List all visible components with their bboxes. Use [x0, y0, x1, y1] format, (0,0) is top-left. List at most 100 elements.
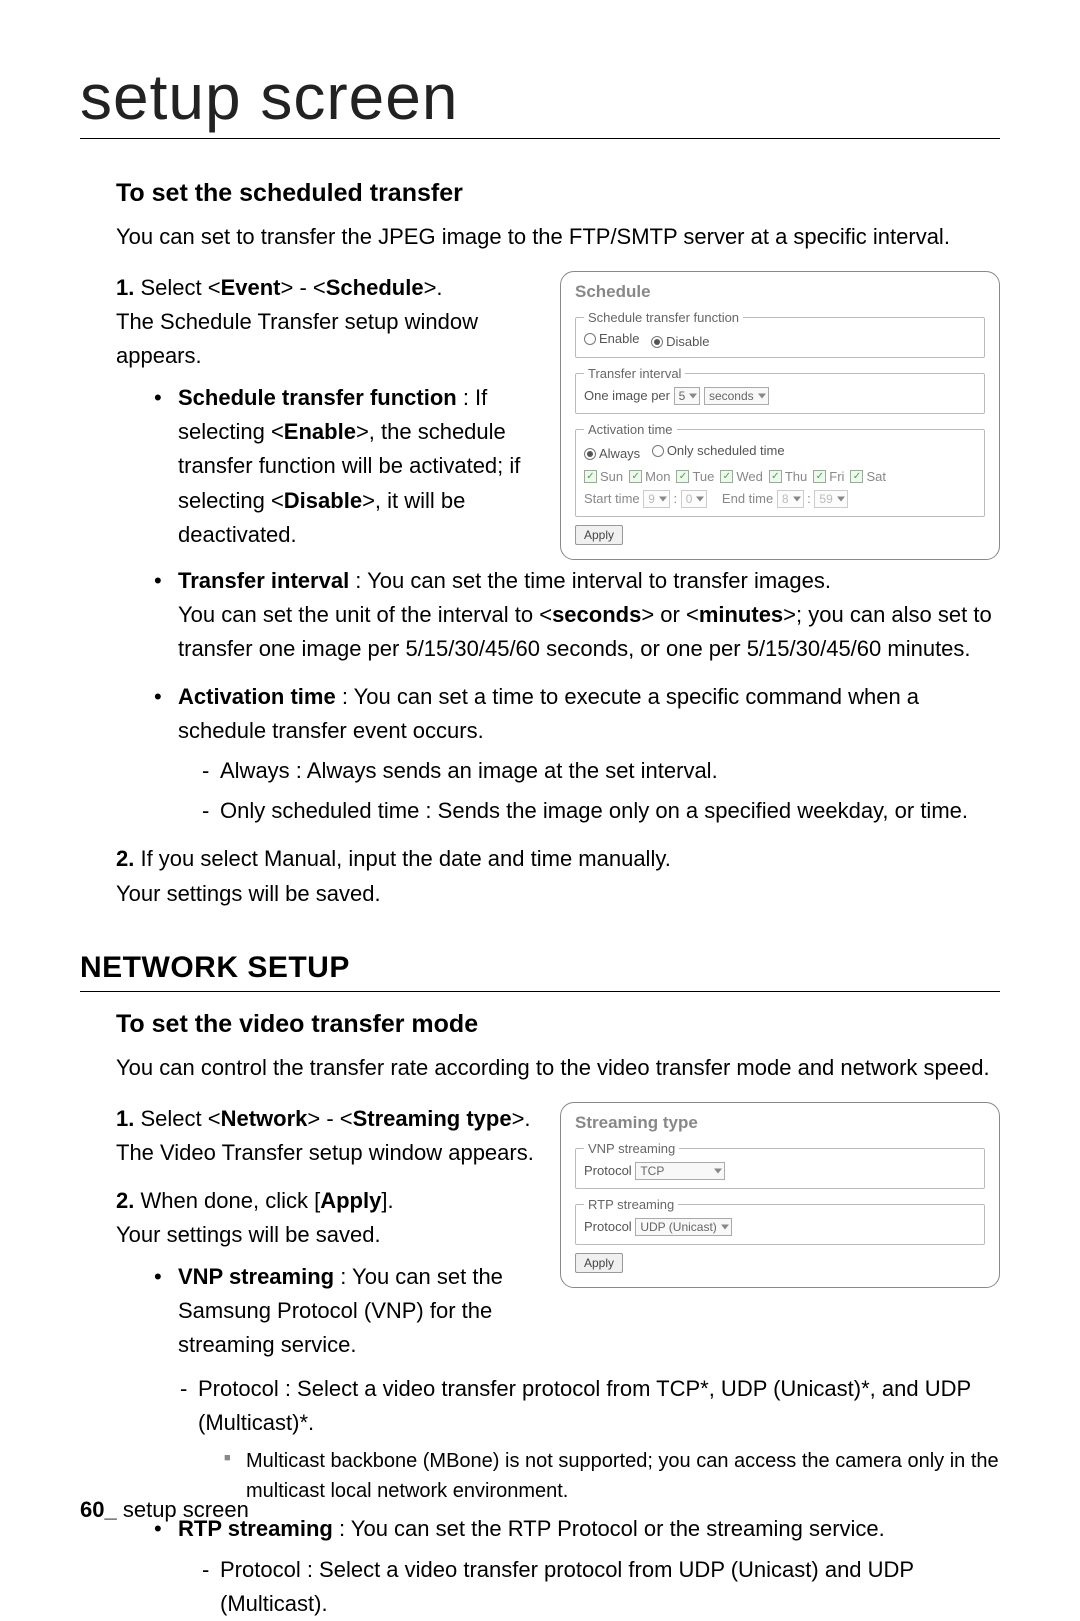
page-number: 60_ [80, 1497, 117, 1522]
bullet-schedule-transfer-function: Schedule transfer function : If selectin… [154, 381, 536, 551]
bullet-title: VNP streaming [178, 1264, 334, 1289]
screenshot-streaming-panel: Streaming type VNP streaming Protocol TC… [560, 1102, 1000, 1288]
end-hour-select[interactable]: 8 [777, 490, 804, 508]
bullet-text: : You can set the RTP Protocol or the st… [333, 1516, 885, 1541]
checkbox-day-wed[interactable]: ✓Wed [720, 469, 763, 484]
radio-only-scheduled[interactable]: Only scheduled time [652, 443, 785, 458]
divider [80, 991, 1000, 992]
step-text: Your settings will be saved. [116, 1222, 381, 1247]
checkbox-label: Fri [829, 469, 844, 484]
checkbox-label: Sat [866, 469, 886, 484]
page-title: setup screen [80, 60, 1000, 139]
keyword: Enable [284, 419, 356, 444]
fieldset-schedule-transfer-function: Schedule transfer function Enable Disabl… [575, 310, 985, 358]
radio-disable[interactable]: Disable [651, 334, 709, 349]
keyword: seconds [552, 602, 641, 627]
checkbox-day-thu[interactable]: ✓Thu [769, 469, 807, 484]
dash-rtp-protocol: Protocol : Select a video transfer proto… [202, 1553, 1000, 1621]
bullet-title: Transfer interval [178, 568, 349, 593]
intro-text: You can control the transfer rate accord… [116, 1051, 1000, 1084]
step-text: > - < [307, 1106, 352, 1131]
step-text: >. [512, 1106, 531, 1131]
radio-enable[interactable]: Enable [584, 331, 639, 346]
dash-vnp-protocol: Protocol : Select a video transfer proto… [180, 1372, 1000, 1506]
intro-text: You can set to transfer the JPEG image t… [116, 220, 1000, 253]
section-heading-network-setup: NETWORK SETUP [80, 951, 1000, 985]
end-min-select[interactable]: 59 [814, 490, 847, 508]
bullet-transfer-interval: Transfer interval : You can set the time… [154, 564, 1000, 666]
radio-label: Always [599, 446, 640, 461]
label: Protocol [584, 1163, 632, 1178]
legend: Transfer interval [584, 366, 685, 381]
dash-only-scheduled: Only scheduled time : Sends the image on… [202, 794, 1000, 828]
checkbox-label: Wed [736, 469, 763, 484]
fieldset-transfer-interval: Transfer interval One image per 5 second… [575, 366, 985, 414]
label: Start time [584, 491, 640, 506]
step-2: 2. If you select Manual, input the date … [116, 842, 1000, 910]
time-row: Start time 9 : 0 End time 8 : 59 [584, 490, 976, 508]
step-2: 2. When done, click [Apply]. Your settin… [116, 1184, 536, 1362]
fieldset-rtp-streaming: RTP streaming Protocol UDP (Unicast) [575, 1197, 985, 1245]
bullet-text: You can set the unit of the interval to … [178, 602, 552, 627]
checkbox-icon: ✓ [813, 470, 826, 483]
days-row: ✓Sun✓Mon✓Tue✓Wed✓Thu✓Fri✓Sat [584, 467, 976, 484]
radio-icon [652, 445, 664, 457]
fieldset-vnp-streaming: VNP streaming Protocol TCP [575, 1141, 985, 1189]
legend: Activation time [584, 422, 677, 437]
checkbox-icon: ✓ [769, 470, 782, 483]
dash-always: Always : Always sends an image at the se… [202, 754, 1000, 788]
keyword: Apply [320, 1188, 381, 1213]
radio-always[interactable]: Always [584, 446, 640, 461]
step-text: When done, click [ [140, 1188, 320, 1213]
keyword: Network [221, 1106, 308, 1131]
step-text: >. [424, 275, 443, 300]
radio-label: Enable [599, 331, 639, 346]
checkbox-label: Tue [692, 469, 714, 484]
panel-title: Schedule [575, 282, 985, 302]
legend: RTP streaming [584, 1197, 678, 1212]
text: Protocol : Select a video transfer proto… [198, 1376, 971, 1435]
section-heading-scheduled-transfer: To set the scheduled transfer [116, 179, 1000, 208]
panel-title: Streaming type [575, 1113, 985, 1133]
checkbox-day-sat[interactable]: ✓Sat [850, 469, 886, 484]
step-keyword: Schedule [326, 275, 424, 300]
bullet-title: Activation time [178, 684, 336, 709]
step-1: 1. Select <Event> - <Schedule>. The Sche… [116, 271, 536, 552]
apply-button[interactable]: Apply [575, 1253, 623, 1273]
note-multicast: Multicast backbone (MBone) is not suppor… [224, 1446, 1000, 1506]
checkbox-label: Mon [645, 469, 670, 484]
rtp-protocol-select[interactable]: UDP (Unicast) [635, 1218, 731, 1236]
start-min-select[interactable]: 0 [681, 490, 708, 508]
interval-value-select[interactable]: 5 [674, 387, 701, 405]
step-number: 2. [116, 846, 140, 871]
interval-unit-select[interactable]: seconds [704, 387, 769, 405]
screenshot-schedule-panel: Schedule Schedule transfer function Enab… [560, 271, 1000, 560]
page-footer: 60_ setup screen [80, 1497, 249, 1523]
label: End time [722, 491, 773, 506]
step-text: Your settings will be saved. [116, 881, 381, 906]
checkbox-label: Thu [785, 469, 807, 484]
checkbox-icon: ✓ [720, 470, 733, 483]
start-hour-select[interactable]: 9 [643, 490, 670, 508]
step-number: 1. [116, 1106, 140, 1131]
footer-label: setup screen [123, 1497, 249, 1522]
step-text: If you select Manual, input the date and… [140, 846, 670, 871]
step-1: 1. Select <Network> - <Streaming type>. … [116, 1102, 536, 1170]
keyword: minutes [699, 602, 783, 627]
step-text: The Schedule Transfer setup window appea… [116, 309, 478, 368]
checkbox-day-sun[interactable]: ✓Sun [584, 469, 623, 484]
label: One image per [584, 388, 670, 403]
bullet-rtp-streaming: RTP streaming : You can set the RTP Prot… [154, 1512, 1000, 1620]
legend: Schedule transfer function [584, 310, 743, 325]
checkbox-day-fri[interactable]: ✓Fri [813, 469, 844, 484]
checkbox-icon: ✓ [676, 470, 689, 483]
keyword: Disable [284, 488, 362, 513]
checkbox-day-tue[interactable]: ✓Tue [676, 469, 714, 484]
bullet-title: Schedule transfer function [178, 385, 457, 410]
keyword: Streaming type [353, 1106, 512, 1131]
vnp-protocol-select[interactable]: TCP [635, 1162, 725, 1180]
checkbox-day-mon[interactable]: ✓Mon [629, 469, 670, 484]
apply-button[interactable]: Apply [575, 525, 623, 545]
checkbox-label: Sun [600, 469, 623, 484]
step-text: ]. [381, 1188, 393, 1213]
